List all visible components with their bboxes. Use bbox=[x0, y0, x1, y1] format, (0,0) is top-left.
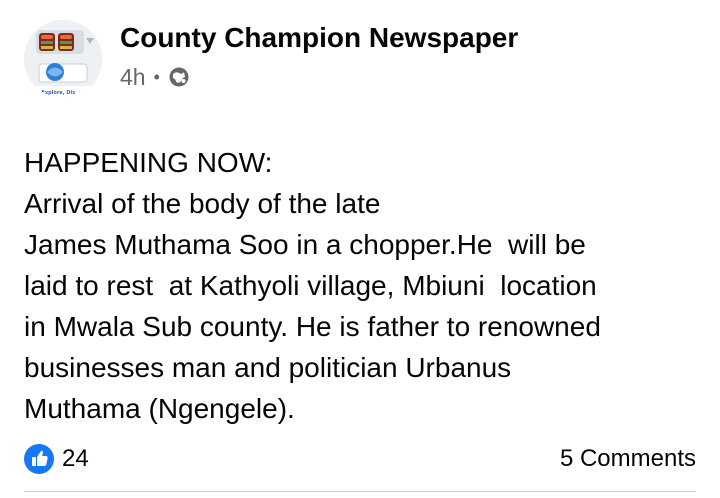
meta-separator: • bbox=[153, 66, 160, 87]
post-timestamp[interactable]: 4h bbox=[120, 64, 146, 91]
like-icon bbox=[24, 444, 54, 474]
newspaper-logo: h,Explore, Dis bbox=[24, 20, 102, 98]
post-line: businesses man and politician Urbanus bbox=[24, 352, 512, 383]
post-body: HAPPENING NOW: Arrival of the body of th… bbox=[24, 142, 704, 429]
post-line: in Mwala Sub county. He is father to ren… bbox=[24, 311, 601, 342]
reaction-summary[interactable]: 24 bbox=[24, 444, 89, 474]
page-name-link[interactable]: County Champion Newspaper bbox=[120, 20, 518, 56]
post-line: James Muthama Soo in a chopper.He will b… bbox=[24, 229, 586, 260]
post-line: laid to rest at Kathyoli village, Mbiuni… bbox=[24, 270, 597, 301]
post-meta: 4h • bbox=[120, 62, 190, 92]
post-line: Arrival of the body of the late bbox=[24, 188, 381, 219]
comments-count-link[interactable]: 5 Comments bbox=[560, 445, 696, 473]
post-line: Muthama (Ngengele). bbox=[24, 393, 295, 424]
reaction-count: 24 bbox=[62, 445, 89, 472]
svg-text:h,Explore, Dis: h,Explore, Dis bbox=[36, 90, 75, 96]
post-footer: 24 5 Comments bbox=[24, 440, 696, 478]
globe-icon[interactable] bbox=[168, 66, 190, 88]
facebook-post: h,Explore, Dis County Champion Newspaper… bbox=[0, 0, 720, 498]
page-avatar[interactable]: h,Explore, Dis bbox=[24, 20, 102, 98]
post-line: HAPPENING NOW: bbox=[24, 147, 273, 178]
footer-divider bbox=[24, 491, 696, 492]
